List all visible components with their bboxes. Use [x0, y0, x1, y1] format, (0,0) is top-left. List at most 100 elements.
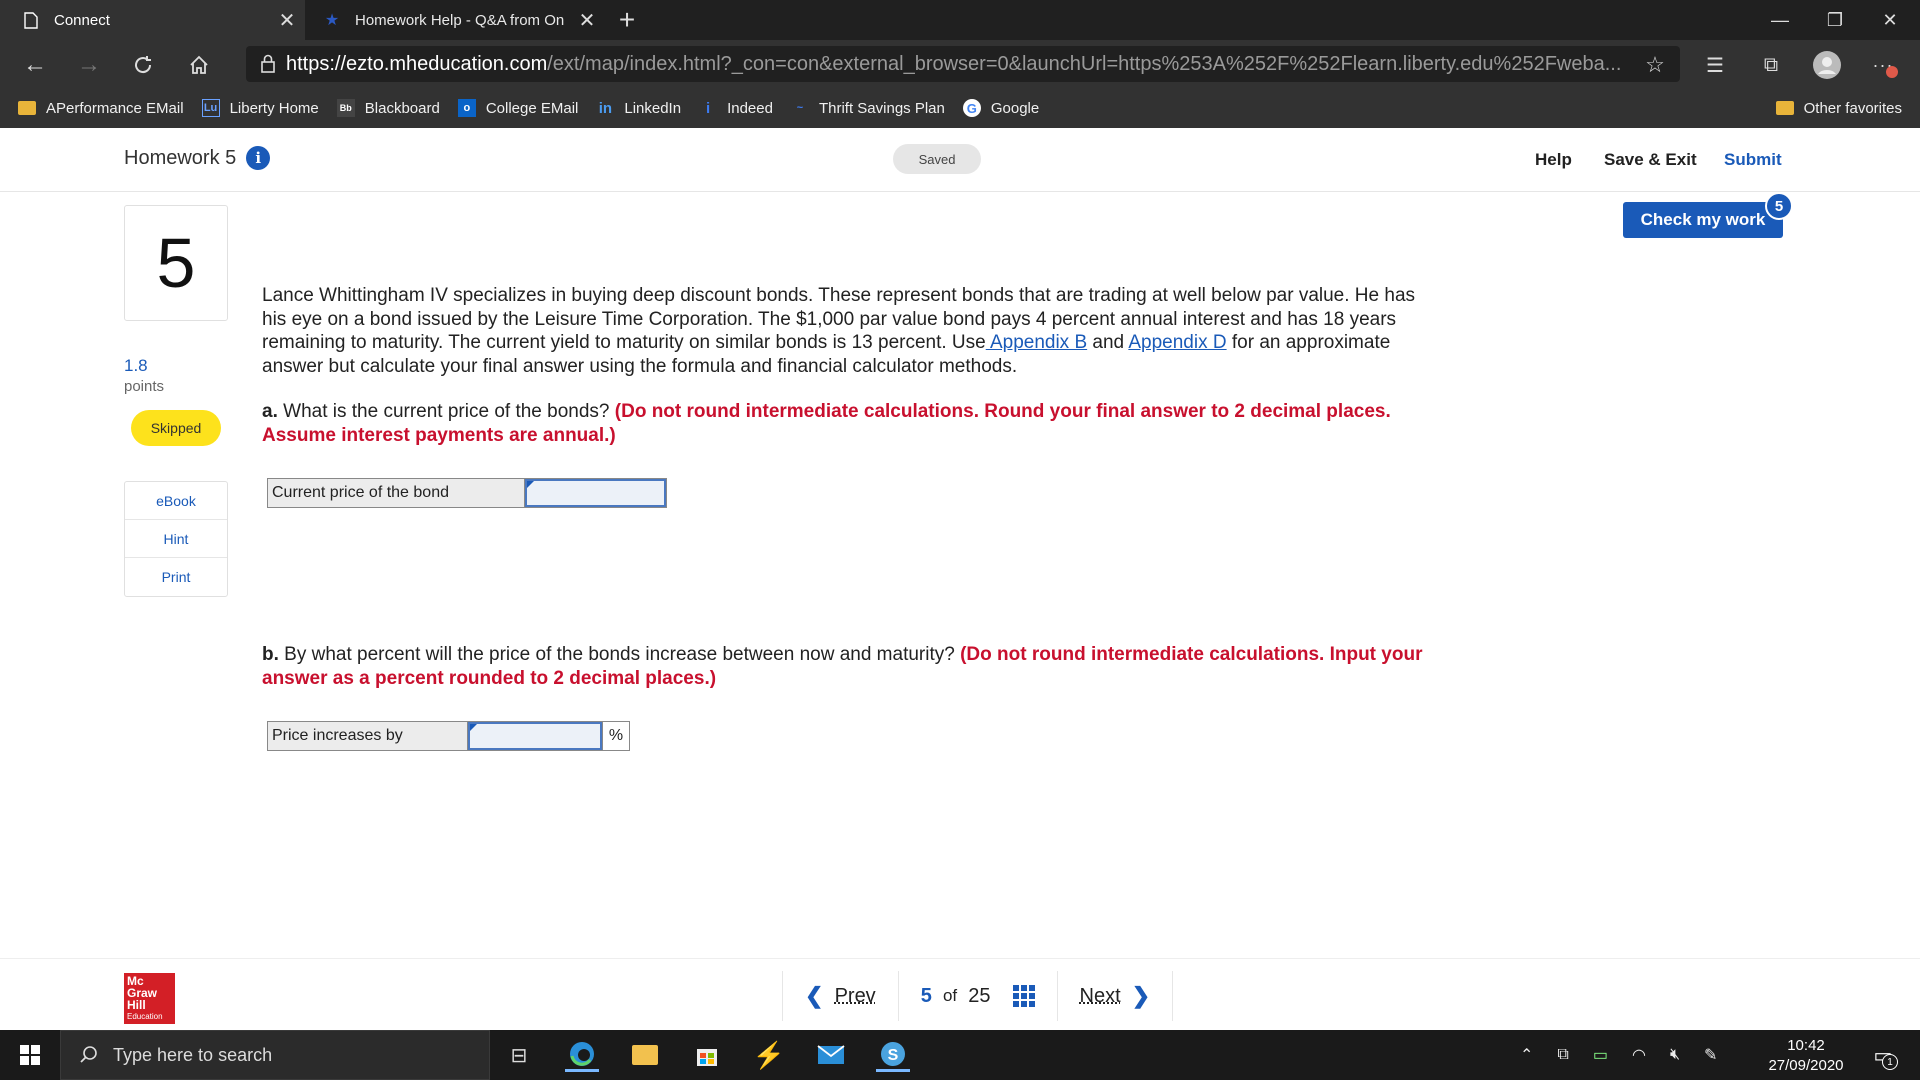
volume-muted-icon[interactable]: 🔇︎: [1670, 1046, 1680, 1064]
home-icon[interactable]: [182, 48, 216, 82]
skype-icon[interactable]: S: [876, 1038, 910, 1072]
settings-menu-icon[interactable]: ···: [1866, 48, 1900, 82]
restore-icon[interactable]: ❐: [1805, 0, 1865, 40]
favorite-college-email[interactable]: o College EMail: [457, 99, 578, 117]
system-tray: ⌃ ⧉ ▭ ◠ 🔇︎ ✎: [1520, 1030, 1717, 1080]
linkedin-icon: in: [598, 99, 613, 117]
ebook-button[interactable]: eBook: [125, 482, 227, 520]
close-tab-icon[interactable]: ✕: [569, 8, 605, 33]
next-button[interactable]: Next ❯: [1058, 983, 1173, 1009]
appendix-d-link[interactable]: Appendix D: [1128, 332, 1226, 353]
google-icon: G: [962, 99, 981, 117]
favorites-bar: APerformance EMail Lu Liberty Home Bb Bl…: [0, 88, 1920, 128]
price-increase-input[interactable]: [468, 722, 602, 750]
minimize-icon[interactable]: —: [1750, 0, 1810, 40]
address-bar[interactable]: https://ezto.mheducation.com/ext/map/ind…: [246, 46, 1680, 82]
check-my-work-button[interactable]: Check my work: [1623, 202, 1783, 238]
taskbar-search[interactable]: Type here to search: [60, 1030, 490, 1080]
mcgraw-hill-logo: Mc Graw Hill Education: [124, 973, 175, 1024]
tab-title: Homework Help - Q&A from On: [355, 11, 565, 29]
blackboard-icon: Bb: [336, 99, 355, 117]
percent-unit: %: [602, 722, 629, 750]
tab-homework-help[interactable]: ★ Homework Help - Q&A from On ✕: [305, 0, 605, 40]
edge-icon[interactable]: [565, 1038, 599, 1072]
vs-code-icon[interactable]: ⚡: [752, 1038, 786, 1072]
search-icon: [80, 1046, 97, 1063]
notifications-icon[interactable]: ▭ 1: [1866, 1038, 1900, 1072]
skipped-status-badge: Skipped: [131, 410, 221, 446]
page-indicator: 5 of 25: [899, 985, 1057, 1008]
tsp-icon: ~: [796, 102, 804, 114]
mail-icon[interactable]: [814, 1038, 848, 1072]
windows-taskbar: Type here to search ⊟ ⚡ S ⌃ ⧉ ▭ ◠ 🔇︎ ✎ 1…: [0, 1030, 1920, 1080]
close-window-icon[interactable]: ✕: [1860, 0, 1920, 40]
lock-icon: [261, 54, 275, 73]
new-tab-icon[interactable]: +: [612, 4, 642, 36]
file-explorer-icon[interactable]: [628, 1038, 662, 1072]
star-icon: ★: [324, 12, 340, 29]
windows-start-icon[interactable]: [20, 1045, 40, 1065]
points-value: 1.8: [124, 356, 148, 375]
hint-button[interactable]: Hint: [125, 520, 227, 558]
url-host: https://ezto.mheducation.com: [286, 52, 548, 75]
favorite-linkedin[interactable]: in LinkedIn: [596, 99, 681, 117]
liberty-icon: Lu: [201, 99, 220, 117]
favorite-indeed[interactable]: i Indeed: [699, 99, 773, 117]
chevron-left-icon: ❮: [805, 983, 824, 1008]
favorite-aperformance-email[interactable]: APerformance EMail: [18, 99, 184, 117]
favorite-blackboard[interactable]: Bb Blackboard: [336, 99, 440, 117]
svg-text:S: S: [888, 1047, 899, 1064]
saved-status-badge: Saved: [893, 144, 981, 174]
refresh-icon[interactable]: [126, 48, 160, 82]
favorite-star-icon[interactable]: ☆: [1638, 48, 1672, 82]
appendix-b-link[interactable]: Appendix B: [986, 332, 1087, 353]
part-a-prompt: a. What is the current price of the bond…: [262, 401, 1391, 446]
question-pager: ❮ Prev 5 of 25 Next ❯: [782, 971, 1174, 1021]
wifi-icon[interactable]: ◠: [1632, 1045, 1646, 1065]
question-number: 5: [124, 205, 228, 321]
chevron-up-icon[interactable]: ⌃: [1520, 1045, 1533, 1065]
profile-avatar-icon[interactable]: [1810, 48, 1844, 82]
close-tab-icon[interactable]: ✕: [269, 8, 305, 33]
forward-icon[interactable]: →: [72, 48, 106, 82]
system-clock[interactable]: 10:42 27/09/2020: [1756, 1036, 1856, 1076]
store-icon[interactable]: [690, 1038, 724, 1072]
back-icon[interactable]: ←: [18, 48, 52, 82]
question-grid-icon[interactable]: [1012, 985, 1035, 1007]
tab-title: Connect: [54, 11, 110, 29]
part-b-answer-table: Price increases by %: [267, 721, 630, 751]
address-row: ← → https://ezto.mheducation.com/ext/map…: [0, 40, 1920, 88]
favorite-liberty-home[interactable]: Lu Liberty Home: [201, 99, 319, 117]
help-link[interactable]: Help: [1535, 150, 1572, 170]
favorite-thrift-savings-plan[interactable]: ~ Thrift Savings Plan: [791, 99, 945, 117]
current-price-label: Current price of the bond: [268, 479, 525, 507]
favorites-list-icon[interactable]: ☰: [1698, 48, 1732, 82]
prev-button[interactable]: ❮ Prev: [783, 983, 898, 1009]
meet-now-icon[interactable]: ⧉: [1557, 1046, 1568, 1064]
url-path: /ext/map/index.html?_con=con&external_br…: [547, 52, 1622, 75]
points-label: points: [124, 378, 165, 395]
print-button[interactable]: Print: [125, 558, 227, 596]
question-tools: eBook Hint Print: [124, 481, 228, 597]
submit-link[interactable]: Submit: [1724, 150, 1782, 170]
save-exit-link[interactable]: Save & Exit: [1604, 150, 1697, 170]
battery-icon[interactable]: ▭: [1593, 1045, 1608, 1065]
question-text: Lance Whittingham IV specializes in buyi…: [262, 285, 1416, 377]
page-icon: [22, 11, 40, 29]
indeed-icon: i: [705, 99, 711, 117]
favorite-google[interactable]: G Google: [962, 99, 1039, 117]
assignment-title: Homework 5 i: [124, 146, 271, 170]
check-count-badge: 5: [1765, 192, 1793, 220]
info-icon[interactable]: i: [246, 146, 271, 170]
app-header: Homework 5 i Saved Help Save & Exit Subm…: [0, 128, 1920, 192]
current-price-input[interactable]: [525, 479, 666, 507]
other-favorites[interactable]: Other favorites: [1775, 99, 1902, 117]
part-a-answer-table: Current price of the bond: [267, 478, 667, 508]
folder-icon: [18, 99, 36, 117]
collections-icon[interactable]: ⧉: [1754, 48, 1788, 82]
task-view-icon[interactable]: ⊟: [502, 1038, 536, 1072]
part-b-prompt: b. By what percent will the price of the…: [262, 644, 1423, 689]
browser-tab-bar: Connect ✕ ★ Homework Help - Q&A from On …: [0, 0, 1920, 40]
pen-icon[interactable]: ✎: [1704, 1045, 1717, 1065]
tab-connect[interactable]: Connect ✕: [0, 0, 305, 40]
